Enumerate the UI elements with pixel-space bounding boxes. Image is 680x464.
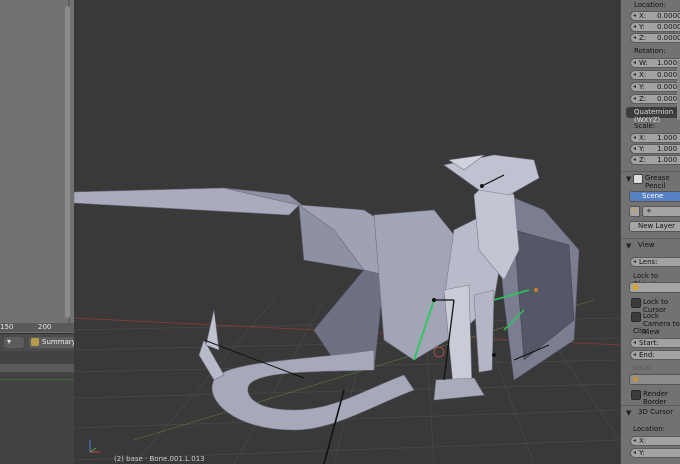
clip-end-field[interactable]: ◂ End: — [630, 350, 680, 360]
ruler-label-150: 150 — [0, 323, 14, 331]
arrow-left-icon: ◂ — [633, 23, 637, 30]
cube-icon: ■ — [632, 283, 639, 291]
arrow-left-icon: ◂ — [633, 59, 637, 66]
viewport-scene — [74, 154, 620, 464]
arrow-left-icon: ◂ — [633, 71, 637, 78]
lock-camera-checkbox[interactable] — [631, 312, 641, 322]
summary-icon — [31, 338, 39, 346]
arrow-left-icon: ◂ — [633, 145, 637, 152]
pencil-icon: ✎ — [632, 207, 638, 215]
timeline-header: ▾ Summary — [0, 333, 76, 352]
render-border-label: Render Border — [643, 390, 668, 406]
left-scrollbar[interactable] — [65, 6, 70, 318]
pencil-button[interactable]: ✎ — [629, 206, 640, 217]
lock-object-select[interactable]: ■ — [629, 282, 680, 293]
arrow-left-icon: ◂ — [633, 351, 637, 358]
location-x-field[interactable]: ◂ X: 0.0000 — [630, 11, 680, 21]
3d-viewport[interactable]: (2) base · Bone.001.L.013 — [74, 0, 620, 464]
viewport-status-text: (2) base · Bone.001.L.013 — [114, 455, 205, 463]
dragon-mesh[interactable] — [74, 154, 580, 431]
scale-y-field[interactable]: ◂ Y: 1.000 — [630, 144, 680, 154]
new-layer-button[interactable]: New Layer — [629, 221, 680, 232]
location-y-field[interactable]: ◂ Y: 0.0000 — [630, 22, 680, 32]
arrow-left-icon: ◂ — [633, 83, 637, 90]
camera-icon: ■ — [632, 375, 639, 383]
arrow-left-icon: ◂ — [633, 258, 637, 265]
arrow-left-icon: ◂ — [633, 95, 637, 102]
3d-cursor-section[interactable]: ▼ 3D Cursor — [621, 405, 680, 420]
timeline-ruler[interactable]: 150 200 — [0, 323, 74, 332]
scale-x-field[interactable]: ◂ X: 1.000 — [630, 133, 680, 143]
summary-label: Summary — [42, 338, 76, 346]
arrow-left-icon: ◂ — [633, 34, 637, 41]
timeline-marker-line — [0, 379, 74, 380]
rotation-label: Rotation: — [634, 47, 666, 55]
cursor-x-field[interactable]: ◂ X: — [630, 436, 680, 446]
scale-label: Scale: — [634, 122, 656, 130]
view-section[interactable]: ▼ View — [621, 238, 680, 253]
properties-panel: Location: ◂ X: 0.0000 ◂ Y: 0.0000 ◂ Z: 0.0000 … — [620, 0, 680, 464]
timeline-area[interactable] — [0, 351, 74, 464]
lock-cursor-checkbox[interactable] — [631, 298, 641, 308]
chevron-down-icon: ▾ — [7, 337, 12, 346]
rotation-x-field[interactable]: ◂ X: 0.000 — [630, 70, 680, 80]
clip-label: Clip: — [633, 327, 649, 335]
cursor-location-label: Location: — [633, 425, 665, 433]
local-camera-select[interactable]: ■ — [629, 374, 680, 385]
triangle-down-icon: ▼ — [626, 175, 632, 183]
scale-z-field[interactable]: ◂ Z: 1.000 — [630, 155, 680, 165]
arrow-left-icon: ◂ — [633, 134, 637, 141]
render-border-checkbox[interactable] — [631, 390, 641, 400]
triangle-down-icon: ▼ — [626, 242, 632, 250]
grease-pencil-checkbox[interactable] — [633, 174, 643, 184]
triangle-down-icon: ▼ — [626, 409, 632, 417]
tab-scene[interactable]: Scene — [629, 191, 680, 202]
rotation-z-field[interactable]: ◂ Z: 0.000 — [630, 94, 680, 104]
rotation-y-field[interactable]: ◂ Y: 0.000 — [630, 82, 680, 92]
add-layer-button[interactable]: + — [642, 206, 680, 217]
clip-start-field[interactable]: ◂ Start: — [630, 338, 680, 348]
timeline-channel-row — [0, 364, 74, 372]
arrow-left-icon: ◂ — [633, 339, 637, 346]
arrow-left-icon: ◂ — [633, 12, 637, 19]
arrow-left-icon: ◂ — [633, 156, 637, 163]
axis-gizmo — [89, 440, 100, 453]
summary-toggle[interactable]: Summary — [29, 337, 76, 348]
rotation-w-field[interactable]: ◂ W: 1.000 — [630, 58, 680, 68]
location-label: Location: — [634, 1, 666, 9]
location-z-field[interactable]: ◂ Z: 0.0000 — [630, 33, 680, 43]
plus-icon: + — [646, 207, 652, 215]
ruler-label-200: 200 — [38, 323, 52, 331]
arrow-left-icon: ◂ — [633, 449, 637, 456]
arrow-left-icon: ◂ — [633, 437, 637, 444]
mode-dropdown[interactable]: ▾ — [4, 337, 24, 348]
lens-field[interactable]: ◂ Lens: — [630, 257, 680, 267]
grease-pencil-section[interactable]: ▼ Grease Pencil — [621, 171, 680, 190]
rotation-mode-select[interactable]: Quaternion (WXYZ) — [626, 107, 680, 124]
cursor-y-field[interactable]: ◂ Y: — [630, 448, 680, 458]
